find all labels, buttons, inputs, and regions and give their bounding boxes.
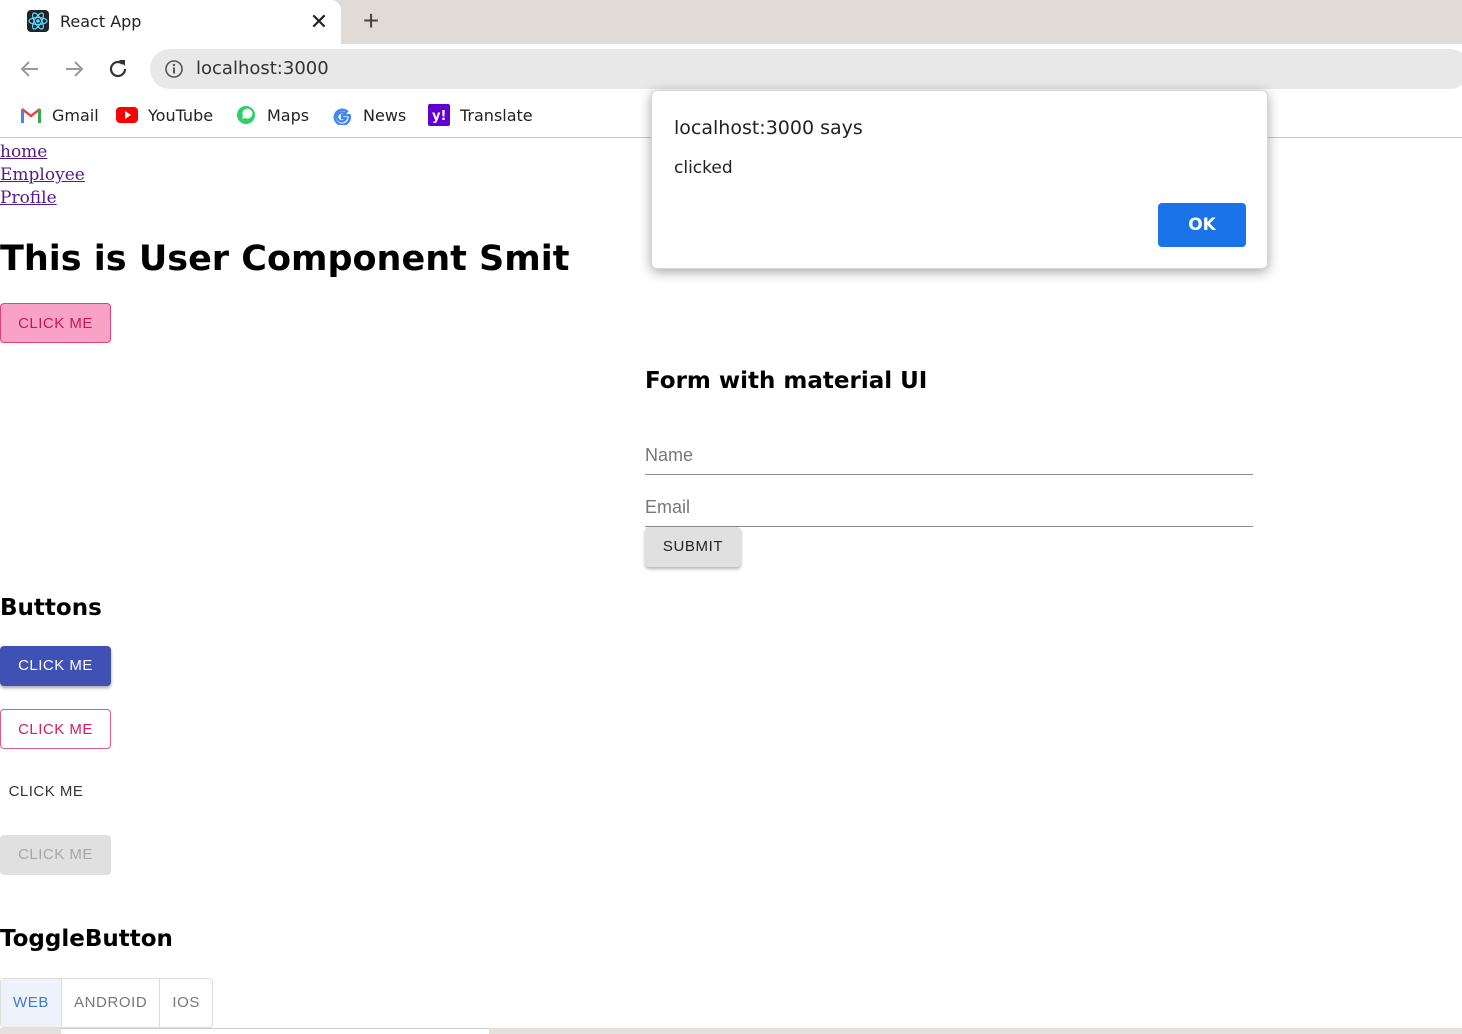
outlined-click-button[interactable]: CLICK ME (0, 709, 111, 749)
contained-click-button[interactable]: CLICK ME (0, 646, 111, 686)
text-click-button[interactable]: CLICK ME (0, 772, 92, 812)
tab-strip: React App ✕ + (0, 0, 1462, 44)
browser-tab[interactable]: React App ✕ (0, 0, 341, 44)
alert-dialog: localhost:3000 says clicked OK (651, 90, 1268, 269)
google-icon (331, 104, 353, 126)
bookmark-maps[interactable]: Maps (235, 104, 309, 126)
youtube-icon (116, 104, 138, 126)
buttons-heading: Buttons (0, 595, 102, 621)
pink-click-button[interactable]: CLICK ME (0, 303, 111, 343)
svg-text:y!: y! (432, 109, 446, 124)
email-field[interactable]: Email (645, 487, 1253, 527)
toggle-ios[interactable]: IOS (160, 979, 212, 1027)
yahoo-icon: y! (428, 104, 450, 126)
form-heading: Form with material UI (645, 368, 928, 394)
submit-button[interactable]: SUBMIT (645, 527, 741, 567)
name-field[interactable]: Name (645, 435, 1253, 475)
bookmark-gmail[interactable]: Gmail (20, 104, 99, 126)
alert-ok-button[interactable]: OK (1158, 203, 1246, 247)
address-bar[interactable]: localhost:3000 (150, 49, 1462, 89)
gmail-icon (20, 104, 42, 126)
reload-icon[interactable] (105, 56, 131, 82)
tab-title: React App (60, 12, 142, 31)
page-content: home Employee Profile This is User Compo… (0, 139, 1462, 1034)
close-tab-icon[interactable]: ✕ (306, 9, 332, 35)
react-logo-icon (27, 10, 49, 32)
nav-link-home[interactable]: home (0, 142, 47, 162)
info-icon[interactable] (164, 59, 184, 79)
email-field-label: Email (645, 497, 691, 517)
name-field-label: Name (645, 445, 694, 465)
toggle-web[interactable]: WEB (1, 979, 62, 1027)
maps-icon (235, 104, 257, 126)
bookmark-youtube[interactable]: YouTube (116, 104, 213, 126)
page-title: This is User Component Smit (0, 239, 570, 279)
bookmark-translate[interactable]: y! Translate (428, 104, 533, 126)
toggle-button-group: WEB ANDROID IOS (0, 978, 213, 1028)
browser-toolbar: localhost:3000 (0, 44, 1462, 94)
toggle-heading: ToggleButton (0, 926, 173, 952)
back-arrow-icon[interactable] (17, 56, 43, 82)
alert-message: clicked (674, 158, 733, 178)
alert-title: localhost:3000 says (674, 117, 863, 139)
disabled-click-button: CLICK ME (0, 835, 111, 875)
new-tab-icon[interactable]: + (356, 6, 386, 36)
bookmark-news[interactable]: News (331, 104, 406, 126)
nav-link-profile[interactable]: Profile (0, 188, 57, 208)
toggle-android[interactable]: ANDROID (62, 979, 161, 1027)
horizontal-scrollbar[interactable] (61, 1028, 489, 1034)
nav-link-employee[interactable]: Employee (0, 165, 85, 185)
forward-arrow-icon[interactable] (61, 56, 87, 82)
url-text: localhost:3000 (196, 58, 329, 79)
